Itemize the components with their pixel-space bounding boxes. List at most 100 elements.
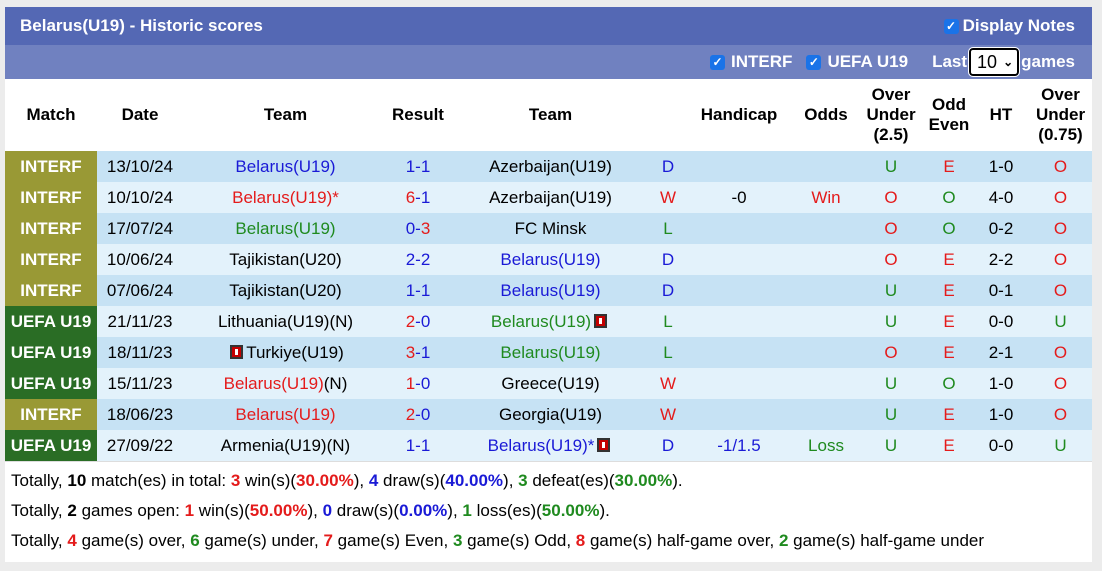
away-team-name[interactable]: Belarus(U19) [500,250,600,269]
home-team-name[interactable]: Tajikistan(U20) [229,281,341,300]
away-score: 0 [420,373,431,393]
home-team-name[interactable]: Belarus(U19) [235,157,335,176]
league-badge[interactable]: UEFA U19 [5,368,97,399]
home-team[interactable]: Belarus(U19)* [183,182,388,213]
odds-result [795,151,857,182]
interf-checkbox[interactable]: ✓ [710,54,726,70]
league-badge[interactable]: INTERF [5,151,97,182]
display-notes-checkbox[interactable]: ✓ [943,18,959,34]
away-team[interactable]: Belarus(U19) [448,275,653,306]
home-team-name[interactable]: Turkiye(U19) [246,343,344,362]
match-score[interactable]: 3-1 [388,337,448,368]
home-team[interactable]: Armenia(U19)(N) [183,430,388,461]
league-badge[interactable]: INTERF [5,399,97,430]
away-team-name[interactable]: Belarus(U19) [500,281,600,300]
away-team-name[interactable]: Georgia(U19) [499,405,602,424]
summary-text: ), [353,471,369,490]
summary-text: win(s)( [240,471,297,490]
away-team-name[interactable]: Belarus(U19) [500,343,600,362]
away-team-name[interactable]: Belarus(U19)* [488,436,595,455]
summary-stat: 3 [452,531,463,550]
home-team-name[interactable]: Armenia(U19)(N) [221,436,350,455]
league-badge[interactable]: UEFA U19 [5,306,97,337]
home-team-name[interactable]: Belarus(U19) [224,374,324,393]
league-badge[interactable]: UEFA U19 [5,430,97,461]
match-score[interactable]: 1-0 [388,368,448,399]
summary-text: Totally, [11,501,68,520]
handicap-value [683,151,795,182]
odds-result: Loss [795,430,857,461]
table-row: INTERF 17/07/24 Belarus(U19) 0-3 FC Mins… [5,213,1092,244]
league-badge[interactable]: UEFA U19 [5,337,97,368]
interf-label: INTERF [731,52,793,71]
chevron-down-icon: ⌄ [1003,55,1014,69]
away-team-name[interactable]: Azerbaijan(U19) [489,188,612,207]
over-under-0-75: O [1029,275,1092,306]
home-team[interactable]: Belarus(U19) [183,151,388,182]
filter-interf[interactable]: ✓ INTERF [710,52,792,72]
away-team[interactable]: FC Minsk [448,213,653,244]
over-under-2-5: O [857,244,925,275]
home-team[interactable]: Turkiye(U19) [183,337,388,368]
summary-stat: 10 [67,471,87,490]
match-score[interactable]: 2-0 [388,399,448,430]
away-team[interactable]: Azerbaijan(U19) [448,182,653,213]
away-team[interactable]: Georgia(U19) [448,399,653,430]
home-team-name[interactable]: Belarus(U19) [235,405,335,424]
away-team[interactable]: Azerbaijan(U19) [448,151,653,182]
filter-uefa-u19[interactable]: ✓ UEFA U19 [806,52,908,72]
over-under-2-5: O [857,213,925,244]
match-score[interactable]: 2-2 [388,244,448,275]
home-team[interactable]: Belarus(U19) [183,213,388,244]
away-team[interactable]: Belarus(U19)* [448,430,653,461]
league-badge[interactable]: INTERF [5,182,97,213]
away-team-name[interactable]: Azerbaijan(U19) [489,157,612,176]
match-score[interactable]: 2-0 [388,306,448,337]
match-score[interactable]: 1-1 [388,275,448,306]
summary-text: win(s)( [194,501,250,520]
home-score: 2 [405,311,416,331]
home-team[interactable]: Tajikistan(U20) [183,275,388,306]
summary-stat: 1 [184,501,195,520]
home-team[interactable]: Belarus(U19) [183,399,388,430]
summary-stat: 3 [230,471,241,490]
summary-stat: 50.00% [541,501,600,520]
away-team[interactable]: Belarus(U19) [448,244,653,275]
display-notes-label: Display Notes [962,16,1075,35]
home-score: 1 [405,156,416,176]
league-badge[interactable]: INTERF [5,275,97,306]
away-team-name[interactable]: FC Minsk [515,219,587,238]
home-team[interactable]: Lithuania(U19)(N) [183,306,388,337]
away-team[interactable]: Greece(U19) [448,368,653,399]
table-row: INTERF 18/06/23 Belarus(U19) 2-0 Georgia… [5,399,1092,430]
home-team[interactable]: Belarus(U19)(N) [183,368,388,399]
over-under-2-5: U [857,275,925,306]
away-team-name[interactable]: Greece(U19) [501,374,599,393]
away-team[interactable]: Belarus(U19) [448,337,653,368]
summary-stat: 0.00% [399,501,448,520]
match-date: 07/06/24 [97,275,183,306]
home-team-name[interactable]: Belarus(U19) [235,219,335,238]
col-over-under-0-75: Over Under (0.75) [1029,79,1092,151]
odds-result [795,244,857,275]
red-card-icon [594,313,608,328]
uefa-u19-checkbox[interactable]: ✓ [806,54,822,70]
match-score[interactable]: 1-1 [388,151,448,182]
away-team-name[interactable]: Belarus(U19) [491,312,591,331]
league-badge[interactable]: INTERF [5,213,97,244]
home-team[interactable]: Tajikistan(U20) [183,244,388,275]
last-games-value: 10 [977,51,998,72]
match-score[interactable]: 1-1 [388,430,448,461]
display-notes-toggle[interactable]: ✓ Display Notes [943,16,1075,36]
away-team[interactable]: Belarus(U19) [448,306,653,337]
away-score: 1 [420,435,431,455]
home-team-name[interactable]: Tajikistan(U20) [229,250,341,269]
match-score[interactable]: 6-1 [388,182,448,213]
league-badge[interactable]: INTERF [5,244,97,275]
last-games-select[interactable]: 10 ⌄ [968,47,1021,77]
col-wdl [653,79,683,151]
match-score[interactable]: 0-3 [388,213,448,244]
summary-text: draw(s)( [378,471,446,490]
home-team-name[interactable]: Belarus(U19)* [232,188,339,207]
home-team-name[interactable]: Lithuania(U19)(N) [218,312,353,331]
